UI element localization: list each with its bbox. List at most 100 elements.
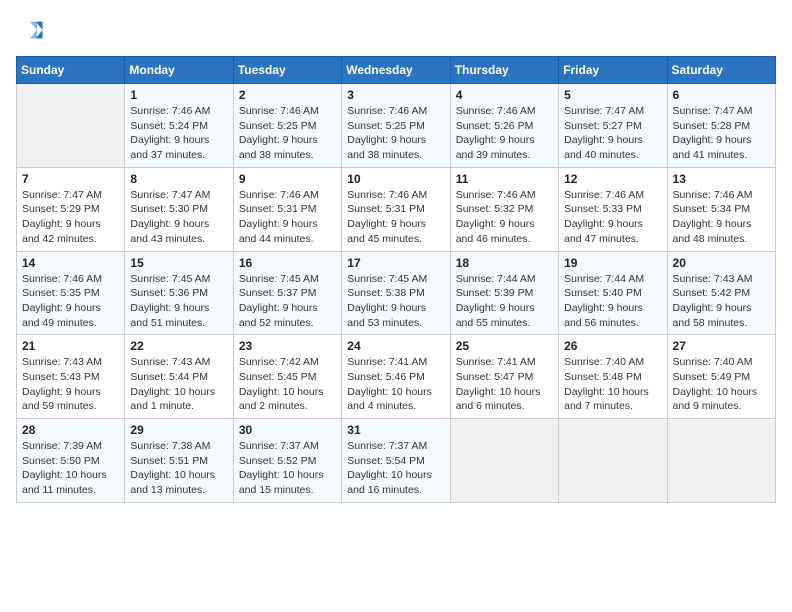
calendar-cell: 8 Sunrise: 7:47 AMSunset: 5:30 PMDaylight…: [125, 167, 233, 251]
sunset-text: Sunset: 5:39 PM: [456, 286, 553, 301]
day-info: Sunrise: 7:46 AMSunset: 5:35 PMDaylight:…: [22, 272, 119, 331]
day-info: Sunrise: 7:46 AMSunset: 5:31 PMDaylight:…: [347, 188, 444, 247]
sunset-text: Sunset: 5:45 PM: [239, 370, 336, 385]
daylight-text: Daylight: 9 hours and 53 minutes.: [347, 301, 444, 330]
day-number: 20: [673, 256, 770, 270]
daylight-text: Daylight: 9 hours and 47 minutes.: [564, 217, 661, 246]
calendar-cell: 3 Sunrise: 7:46 AMSunset: 5:25 PMDaylight…: [342, 84, 450, 168]
daylight-text: Daylight: 9 hours and 46 minutes.: [456, 217, 553, 246]
sunset-text: Sunset: 5:44 PM: [130, 370, 227, 385]
calendar-week-5: 28Sunrise: 7:39 AMSunset: 5:50 PMDayligh…: [17, 419, 776, 503]
daylight-text: Daylight: 9 hours and 37 minutes.: [130, 133, 227, 162]
day-number: 8: [130, 172, 227, 186]
day-info: Sunrise: 7:39 AMSunset: 5:50 PMDaylight:…: [22, 439, 119, 498]
weekday-header-friday: Friday: [559, 57, 667, 84]
day-number: 2: [239, 88, 336, 102]
sunrise-text: Sunrise: 7:45 AM: [347, 272, 444, 287]
calendar-cell: 10Sunrise: 7:46 AMSunset: 5:31 PMDayligh…: [342, 167, 450, 251]
day-info: Sunrise: 7:42 AMSunset: 5:45 PMDaylight:…: [239, 355, 336, 414]
sunrise-text: Sunrise: 7:41 AM: [347, 355, 444, 370]
day-info: Sunrise: 7:47 AMSunset: 5:27 PMDaylight:…: [564, 104, 661, 163]
sunset-text: Sunset: 5:47 PM: [456, 370, 553, 385]
sunset-text: Sunset: 5:28 PM: [673, 119, 770, 134]
day-number: 3: [347, 88, 444, 102]
day-info: Sunrise: 7:43 AMSunset: 5:44 PMDaylight:…: [130, 355, 227, 414]
sunset-text: Sunset: 5:48 PM: [564, 370, 661, 385]
calendar-cell: [667, 419, 775, 503]
sunset-text: Sunset: 5:54 PM: [347, 454, 444, 469]
weekday-header-sunday: Sunday: [17, 57, 125, 84]
calendar-cell: [450, 419, 558, 503]
day-info: Sunrise: 7:46 AMSunset: 5:25 PMDaylight:…: [347, 104, 444, 163]
calendar-week-3: 14Sunrise: 7:46 AMSunset: 5:35 PMDayligh…: [17, 251, 776, 335]
sunrise-text: Sunrise: 7:46 AM: [673, 188, 770, 203]
calendar-table: SundayMondayTuesdayWednesdayThursdayFrid…: [16, 56, 776, 503]
day-info: Sunrise: 7:45 AMSunset: 5:38 PMDaylight:…: [347, 272, 444, 331]
sunrise-text: Sunrise: 7:43 AM: [22, 355, 119, 370]
logo-icon: [16, 16, 44, 44]
calendar-cell: 9 Sunrise: 7:46 AMSunset: 5:31 PMDaylight…: [233, 167, 341, 251]
calendar-cell: 11 Sunrise: 7:46 AMSunset: 5:32 PMDayligh…: [450, 167, 558, 251]
day-info: Sunrise: 7:46 AMSunset: 5:24 PMDaylight:…: [130, 104, 227, 163]
day-number: 22: [130, 339, 227, 353]
weekday-header-monday: Monday: [125, 57, 233, 84]
day-info: Sunrise: 7:38 AMSunset: 5:51 PMDaylight:…: [130, 439, 227, 498]
day-number: 15: [130, 256, 227, 270]
day-number: 21: [22, 339, 119, 353]
day-info: Sunrise: 7:44 AMSunset: 5:40 PMDaylight:…: [564, 272, 661, 331]
sunset-text: Sunset: 5:49 PM: [673, 370, 770, 385]
calendar-cell: 16Sunrise: 7:45 AMSunset: 5:37 PMDayligh…: [233, 251, 341, 335]
sunset-text: Sunset: 5:42 PM: [673, 286, 770, 301]
calendar-cell: 25Sunrise: 7:41 AMSunset: 5:47 PMDayligh…: [450, 335, 558, 419]
calendar-week-1: 1Sunrise: 7:46 AMSunset: 5:24 PMDaylight…: [17, 84, 776, 168]
day-info: Sunrise: 7:46 AMSunset: 5:32 PMDaylight:…: [456, 188, 553, 247]
sunrise-text: Sunrise: 7:46 AM: [456, 104, 553, 119]
day-info: Sunrise: 7:47 AMSunset: 5:29 PMDaylight:…: [22, 188, 119, 247]
day-info: Sunrise: 7:46 AMSunset: 5:31 PMDaylight:…: [239, 188, 336, 247]
day-info: Sunrise: 7:40 AMSunset: 5:49 PMDaylight:…: [673, 355, 770, 414]
day-number: 12: [564, 172, 661, 186]
sunrise-text: Sunrise: 7:44 AM: [564, 272, 661, 287]
sunset-text: Sunset: 5:31 PM: [347, 202, 444, 217]
calendar-cell: 19Sunrise: 7:44 AMSunset: 5:40 PMDayligh…: [559, 251, 667, 335]
sunrise-text: Sunrise: 7:46 AM: [239, 104, 336, 119]
calendar-cell: 2Sunrise: 7:46 AMSunset: 5:25 PMDaylight…: [233, 84, 341, 168]
sunset-text: Sunset: 5:27 PM: [564, 119, 661, 134]
day-number: 29: [130, 423, 227, 437]
daylight-text: Daylight: 10 hours and 2 minutes.: [239, 385, 336, 414]
calendar-cell: 5Sunrise: 7:47 AMSunset: 5:27 PMDaylight…: [559, 84, 667, 168]
sunrise-text: Sunrise: 7:47 AM: [22, 188, 119, 203]
daylight-text: Daylight: 9 hours and 44 minutes.: [239, 217, 336, 246]
daylight-text: Daylight: 9 hours and 58 minutes.: [673, 301, 770, 330]
day-info: Sunrise: 7:41 AMSunset: 5:47 PMDaylight:…: [456, 355, 553, 414]
day-number: 17: [347, 256, 444, 270]
calendar-cell: 21 Sunrise: 7:43 AMSunset: 5:43 PMDayligh…: [17, 335, 125, 419]
day-number: 4: [456, 88, 553, 102]
calendar-body: 1Sunrise: 7:46 AMSunset: 5:24 PMDaylight…: [17, 84, 776, 503]
day-number: 9: [239, 172, 336, 186]
sunrise-text: Sunrise: 7:41 AM: [456, 355, 553, 370]
sunrise-text: Sunrise: 7:46 AM: [347, 104, 444, 119]
logo: [16, 16, 48, 44]
sunset-text: Sunset: 5:43 PM: [22, 370, 119, 385]
sunset-text: Sunset: 5:31 PM: [239, 202, 336, 217]
day-number: 26: [564, 339, 661, 353]
day-info: Sunrise: 7:47 AMSunset: 5:28 PMDaylight:…: [673, 104, 770, 163]
day-info: Sunrise: 7:44 AMSunset: 5:39 PMDaylight:…: [456, 272, 553, 331]
day-info: Sunrise: 7:47 AMSunset: 5:30 PMDaylight:…: [130, 188, 227, 247]
calendar-cell: 13Sunrise: 7:46 AMSunset: 5:34 PMDayligh…: [667, 167, 775, 251]
day-info: Sunrise: 7:45 AMSunset: 5:36 PMDaylight:…: [130, 272, 227, 331]
calendar-cell: 28Sunrise: 7:39 AMSunset: 5:50 PMDayligh…: [17, 419, 125, 503]
calendar-cell: 6Sunrise: 7:47 AMSunset: 5:28 PMDaylight…: [667, 84, 775, 168]
sunrise-text: Sunrise: 7:43 AM: [673, 272, 770, 287]
day-info: Sunrise: 7:43 AMSunset: 5:43 PMDaylight:…: [22, 355, 119, 414]
day-info: Sunrise: 7:46 AMSunset: 5:26 PMDaylight:…: [456, 104, 553, 163]
daylight-text: Daylight: 10 hours and 7 minutes.: [564, 385, 661, 414]
sunset-text: Sunset: 5:50 PM: [22, 454, 119, 469]
day-info: Sunrise: 7:45 AMSunset: 5:37 PMDaylight:…: [239, 272, 336, 331]
day-number: 11: [456, 172, 553, 186]
sunrise-text: Sunrise: 7:46 AM: [22, 272, 119, 287]
day-number: 31: [347, 423, 444, 437]
day-number: 23: [239, 339, 336, 353]
sunrise-text: Sunrise: 7:42 AM: [239, 355, 336, 370]
